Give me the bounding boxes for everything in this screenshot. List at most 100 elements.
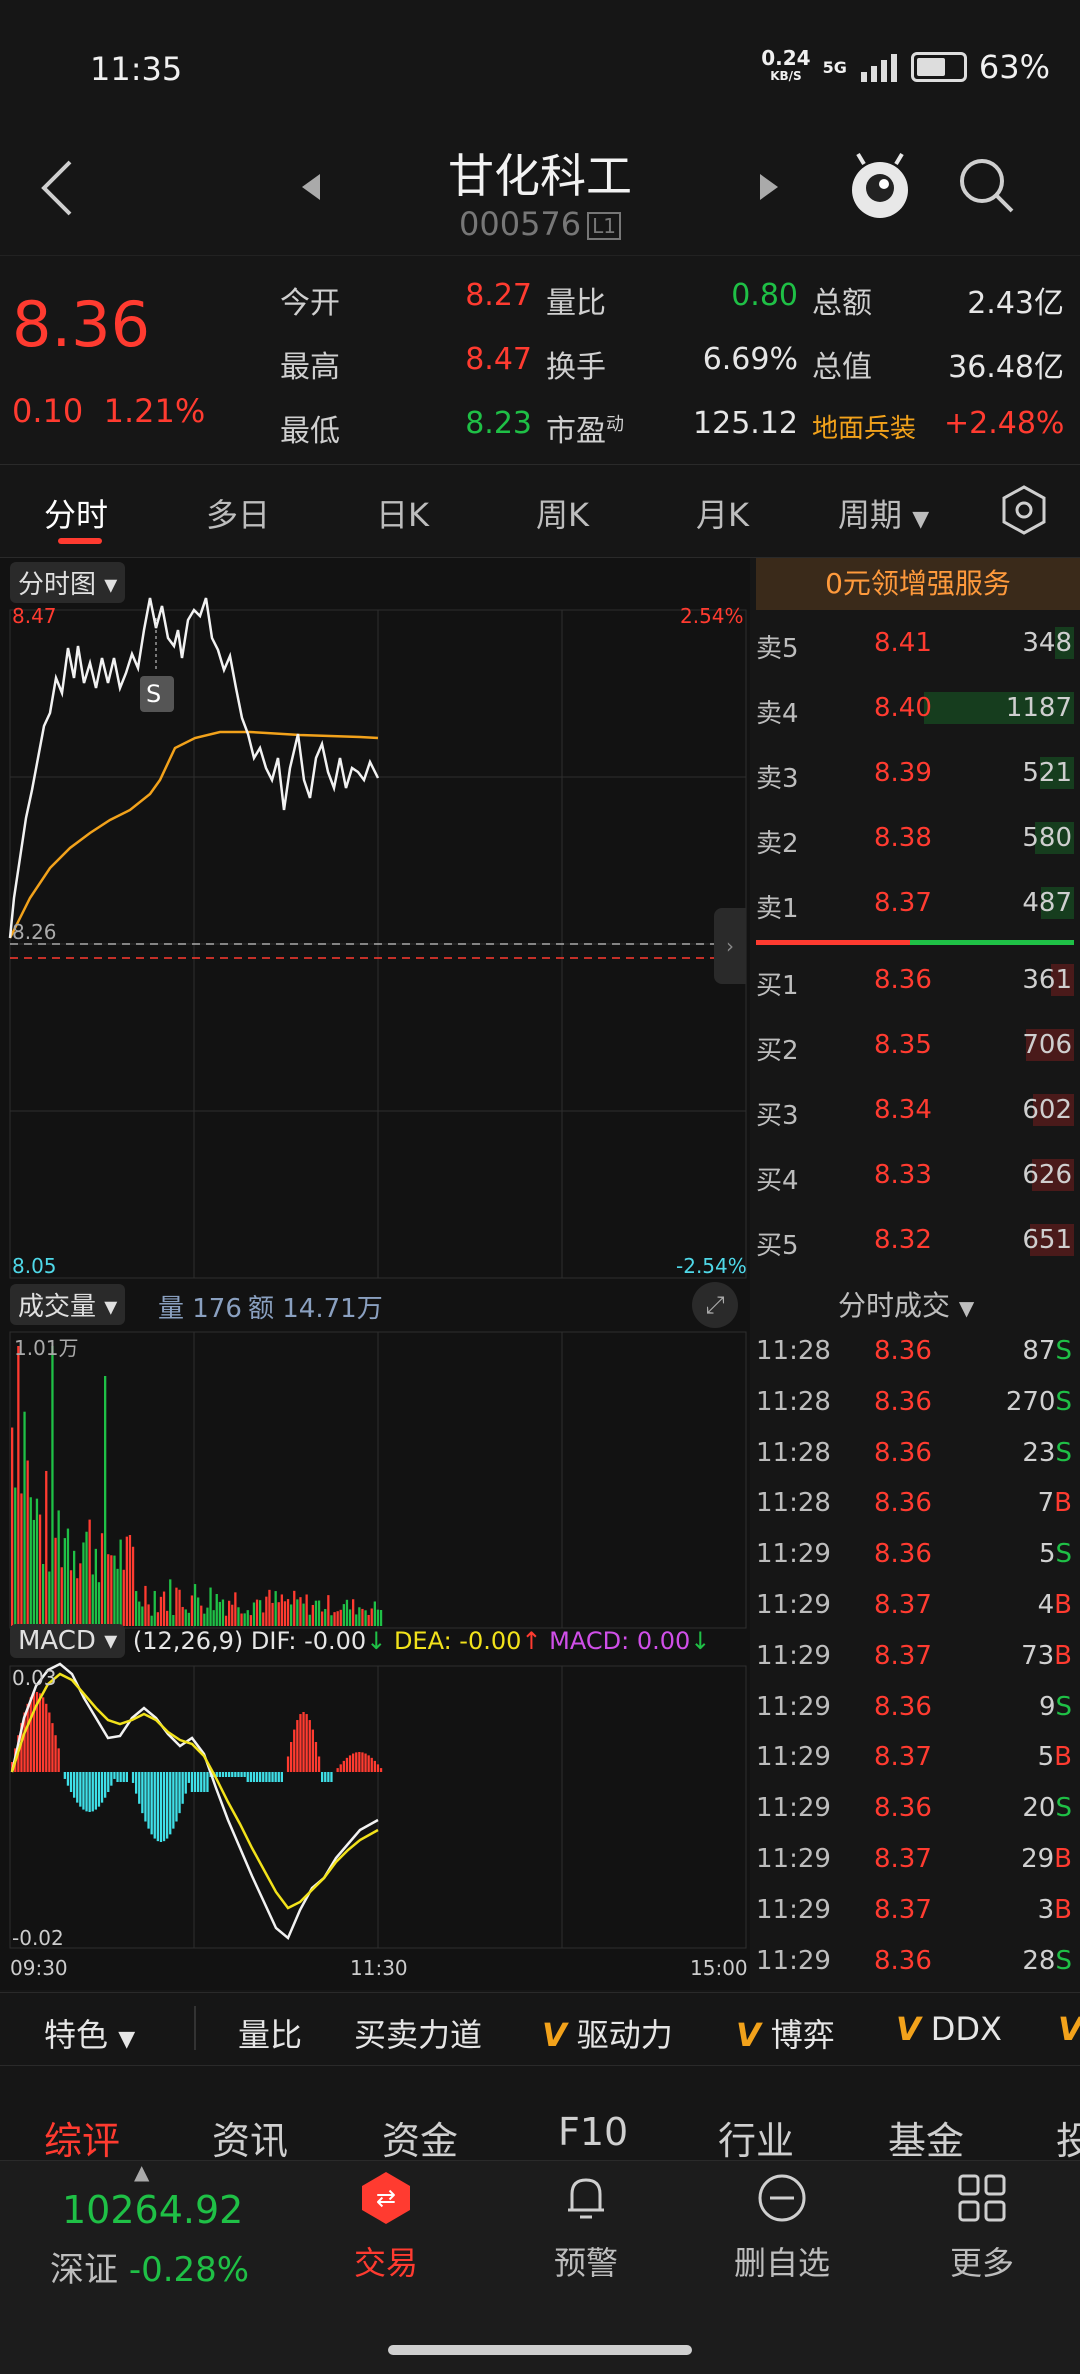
trade-marker[interactable]: S [146, 680, 161, 708]
volume-bar [252, 1602, 256, 1626]
expand-handle-icon[interactable]: › [714, 908, 746, 984]
sector-name[interactable]: 地面兵装 [812, 408, 916, 445]
bid-row[interactable]: 买3 8.34 602 [756, 1087, 1080, 1133]
volume-bar [181, 1606, 184, 1626]
tick-time: 11:29 [756, 1640, 831, 1671]
macd-header: MACD ▾ (12,26,9) DIF: -0.00↓ DEA: -0.00↑… [10, 1624, 710, 1658]
last-price: 8.36 [12, 288, 151, 361]
macd-bar [277, 1772, 280, 1782]
ticks-title[interactable]: 分时成交 ▼ [838, 1284, 974, 1324]
macd-bar [159, 1772, 163, 1842]
active-tab-indicator [58, 538, 102, 544]
next-stock-icon[interactable] [758, 172, 780, 202]
tick-volume: 3B [1037, 1894, 1072, 1925]
volume-bar [193, 1584, 197, 1626]
bid-row[interactable]: 买5 8.32 651 [756, 1217, 1080, 1263]
feature-game[interactable]: V 博弈 [736, 2010, 835, 2056]
volume-bar [286, 1599, 290, 1626]
volume-bar [342, 1604, 345, 1626]
low-label: 最低 [280, 414, 340, 449]
tab-monthly-k[interactable]: 月K [696, 490, 749, 536]
volume-bar [221, 1599, 225, 1626]
index-info[interactable]: 深证 -0.28% [50, 2242, 249, 2291]
price-axis-low: 8.05 [12, 1254, 57, 1278]
info-tab-more[interactable]: 投 [1056, 2110, 1080, 2165]
home-indicator[interactable] [388, 2345, 692, 2355]
macd-bar [299, 1714, 302, 1772]
ask-row[interactable]: 卖5 8.41 348 [756, 620, 1080, 666]
tab-daily-k[interactable]: 日K [376, 490, 429, 536]
tick-price: 8.36 [874, 1386, 932, 1417]
tab-multiday[interactable]: 多日 [206, 490, 270, 536]
volume-bar [69, 1570, 73, 1626]
tab-weekly-k[interactable]: 周K [536, 490, 589, 536]
fullscreen-icon[interactable]: ⤢ [692, 1282, 738, 1328]
volume-bar [110, 1555, 113, 1626]
tick-price: 8.36 [874, 1793, 932, 1824]
special-dropdown[interactable]: 特色 ▼ [44, 2010, 135, 2056]
feature-ddx[interactable]: V DDX [896, 2010, 1002, 2048]
macd-bar [125, 1772, 128, 1782]
bid-volume: 626 [1022, 1160, 1072, 1190]
feature-driving-force[interactable]: V 驱动力 [542, 2010, 673, 2056]
info-tab-industry[interactable]: 行业 [718, 2110, 794, 2165]
promo-banner[interactable]: 0元领增强服务 [756, 558, 1080, 610]
macd-bar [255, 1772, 259, 1782]
macd-bar [110, 1772, 113, 1786]
tick-price: 8.37 [874, 1640, 932, 1671]
ask-row[interactable]: 卖2 8.38 580 [756, 815, 1080, 861]
volume-bar [63, 1538, 66, 1626]
tab-intraday[interactable]: 分时 [44, 490, 108, 536]
feature-volume-ratio[interactable]: 量比 [238, 2010, 302, 2056]
assistant-robot-icon[interactable] [846, 150, 914, 224]
macd-bar [364, 1753, 367, 1772]
bid-row[interactable]: 买2 8.35 706 [756, 1022, 1080, 1068]
tick-volume: 23S [1022, 1437, 1072, 1468]
nav-trade[interactable]: ⇄ 交易 [316, 2170, 456, 2284]
volume-bar [54, 1537, 57, 1626]
collapse-caret-icon[interactable]: ▲ [134, 2160, 149, 2184]
index-value[interactable]: 10264.92 [62, 2188, 243, 2232]
macd-bar [231, 1772, 234, 1777]
tick-row: 11:29 8.36 5S [756, 1529, 1080, 1579]
bid-row[interactable]: 买1 8.36 361 [756, 957, 1080, 1003]
search-icon[interactable] [956, 155, 1016, 215]
tab-period[interactable]: 周期 ▼ [838, 490, 929, 536]
macd-bar [271, 1772, 274, 1782]
volume-bar [14, 1487, 17, 1626]
volume-bar [262, 1612, 265, 1626]
tick-volume: 9S [1038, 1691, 1072, 1722]
macd-bar [82, 1772, 85, 1810]
volume-bar [293, 1590, 296, 1626]
volume-bar [212, 1610, 215, 1626]
bid-row[interactable]: 买4 8.33 626 [756, 1152, 1080, 1198]
ask-row[interactable]: 卖3 8.39 521 [756, 750, 1080, 796]
macd-bar [66, 1772, 70, 1786]
volume-bar [79, 1563, 82, 1626]
battery-percent: 63% [978, 48, 1050, 86]
ask-row[interactable]: 卖4 8.40 1187 [756, 685, 1080, 731]
info-tab-fund[interactable]: 基金 [888, 2110, 964, 2165]
settings-hexagon-icon[interactable] [1000, 484, 1048, 536]
nav-more[interactable]: 更多 [912, 2170, 1052, 2284]
ask-row[interactable]: 卖1 8.37 487 [756, 880, 1080, 926]
bid-volume: 602 [1022, 1095, 1072, 1125]
volume-bar [35, 1498, 39, 1626]
info-tab-summary[interactable]: 综评 [44, 2110, 120, 2165]
info-tab-news[interactable]: 资讯 [212, 2110, 288, 2165]
tick-time: 11:29 [756, 1539, 831, 1570]
nav-alert[interactable]: 预警 [516, 2170, 656, 2284]
info-tab-funds-flow[interactable]: 资金 [382, 2110, 458, 2165]
volume-bar [243, 1613, 246, 1626]
macd-bar [237, 1772, 240, 1777]
tick-row: 11:28 8.36 23S [756, 1428, 1080, 1478]
feature-buy-sell-force[interactable]: 买卖力道 [354, 2010, 482, 2056]
nav-remove-watchlist[interactable]: 删自选 [712, 2170, 852, 2284]
tick-price: 8.36 [874, 1691, 932, 1722]
macd-bar [29, 1697, 32, 1772]
info-tab-f10[interactable]: F10 [558, 2110, 628, 2154]
macd-selector[interactable]: MACD ▾ [10, 1624, 126, 1658]
volume-indicator-selector[interactable]: 成交量 ▾ [10, 1284, 126, 1325]
macd-bar [184, 1772, 187, 1794]
volume-bar [42, 1563, 45, 1626]
